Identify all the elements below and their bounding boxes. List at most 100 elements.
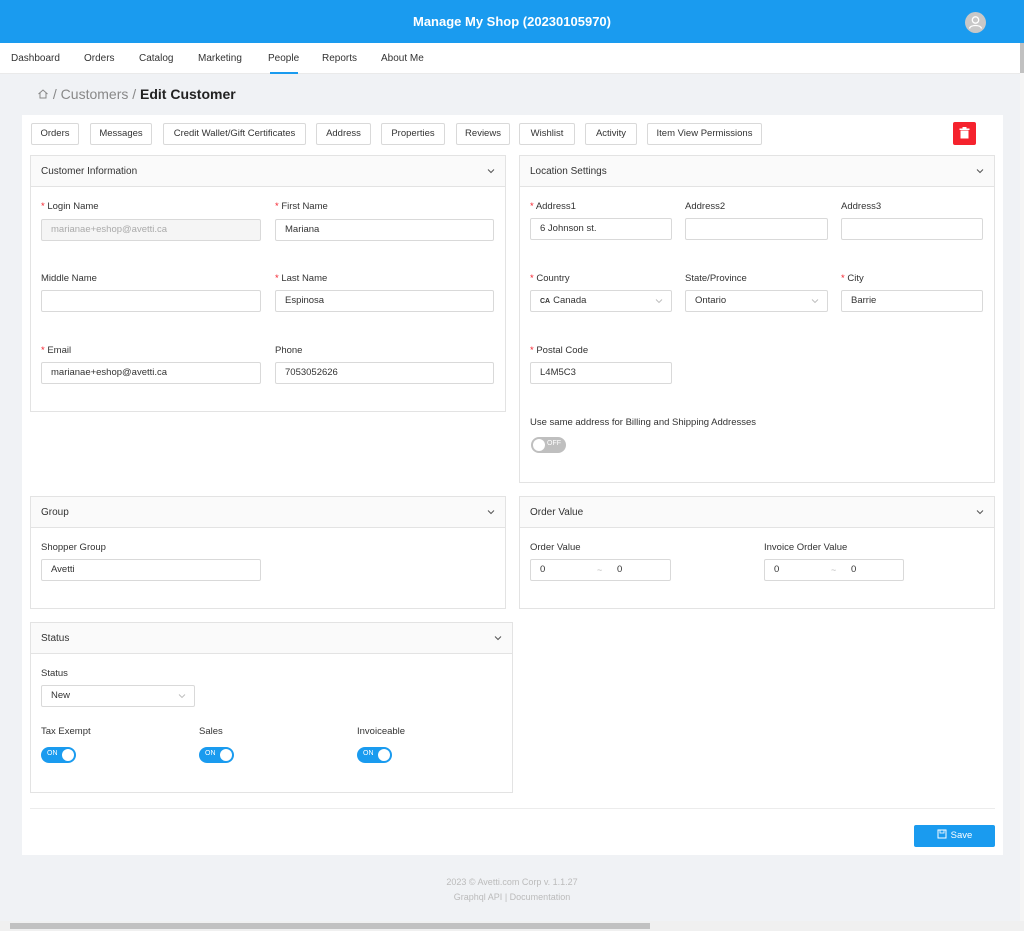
footer-links: Graphql API | Documentation	[0, 892, 1024, 902]
invoiceable-toggle[interactable]: ON	[357, 747, 392, 763]
footer-copyright: 2023 © Avetti.com Corp v. 1.1.27	[446, 877, 578, 887]
chevron-down-icon	[811, 299, 819, 304]
toggle-state: ON	[363, 750, 374, 757]
chevron-down-icon	[655, 299, 663, 304]
chevron-down-icon[interactable]	[486, 166, 496, 176]
phone-label: Phone	[275, 345, 303, 356]
phone-input[interactable]: 7053052626	[275, 362, 494, 384]
nav-active-indicator	[270, 72, 298, 74]
toggle-state: OFF	[547, 440, 561, 447]
tax-exempt-toggle[interactable]: ON	[41, 747, 76, 763]
horizontal-scroll-thumb[interactable]	[10, 923, 650, 929]
location-settings-panel: Location Settings	[519, 155, 995, 483]
form-divider	[30, 808, 995, 809]
chevron-down-icon[interactable]	[975, 166, 985, 176]
nav-marketing[interactable]: Marketing	[198, 53, 242, 64]
tab-wishlist[interactable]: Wishlist	[519, 123, 575, 145]
state-select[interactable]: Ontario	[685, 290, 828, 312]
panel-title: Customer Information	[41, 166, 138, 177]
first-name-input[interactable]: Mariana	[275, 219, 494, 241]
canada-flag-icon: CA	[540, 298, 551, 305]
breadcrumb: / Customers / Edit Customer	[37, 86, 236, 102]
status-header[interactable]: Status	[31, 623, 512, 654]
tab-address[interactable]: Address	[316, 123, 371, 145]
main-nav: Dashboard Orders Catalog Marketing Peopl…	[0, 43, 1020, 74]
nav-people[interactable]: People	[268, 53, 299, 64]
toggle-knob	[378, 749, 390, 761]
city-input[interactable]: Barrie	[841, 290, 983, 312]
invoice-value-min[interactable]: 0	[774, 564, 779, 575]
country-label: * Country	[530, 273, 570, 284]
sales-toggle[interactable]: ON	[199, 747, 234, 763]
invoice-value-max[interactable]: 0	[851, 560, 856, 580]
same-address-toggle[interactable]: OFF	[531, 437, 566, 453]
vertical-scrollbar[interactable]	[1020, 43, 1024, 921]
middle-name-input[interactable]	[41, 290, 261, 312]
delete-button[interactable]	[953, 122, 976, 145]
location-settings-header[interactable]: Location Settings	[520, 156, 994, 187]
chevron-down-icon[interactable]	[975, 507, 985, 517]
save-button[interactable]: Save	[914, 825, 995, 847]
user-avatar[interactable]	[965, 12, 986, 33]
customer-info-header[interactable]: Customer Information	[31, 156, 505, 187]
horizontal-scrollbar[interactable]	[0, 921, 1024, 931]
save-label: Save	[950, 830, 973, 841]
panel-title: Status	[41, 633, 70, 644]
invoice-order-value-label: Invoice Order Value	[764, 542, 848, 553]
graphql-api-link[interactable]: Graphql API	[454, 892, 503, 902]
documentation-link[interactable]: Documentation	[510, 892, 571, 902]
email-input[interactable]: marianae+eshop@avetti.ca	[41, 362, 261, 384]
shopper-group-input[interactable]: Avetti	[41, 559, 261, 581]
address3-label: Address3	[841, 201, 882, 212]
trash-icon	[959, 127, 970, 139]
panel-title: Location Settings	[530, 166, 607, 177]
nav-dashboard[interactable]: Dashboard	[11, 53, 60, 64]
toggle-state: ON	[47, 750, 58, 757]
toggle-state: ON	[205, 750, 216, 757]
order-value-header[interactable]: Order Value	[520, 497, 994, 528]
tab-properties[interactable]: Properties	[381, 123, 445, 145]
tab-reviews[interactable]: Reviews	[456, 123, 510, 145]
tab-messages[interactable]: Messages	[90, 123, 152, 145]
first-name-label: * First Name	[275, 201, 328, 212]
order-value-label: Order Value	[530, 542, 581, 553]
postal-code-input[interactable]: L4M5C3	[530, 362, 672, 384]
panel-title: Group	[41, 507, 69, 518]
nav-reports[interactable]: Reports	[322, 53, 357, 64]
nav-orders[interactable]: Orders	[84, 53, 115, 64]
app-header: Manage My Shop (20230105970)	[0, 0, 1024, 43]
nav-about-me[interactable]: About Me	[381, 53, 424, 64]
breadcrumb-separator: /	[52, 86, 57, 102]
invoiceable-label: Invoiceable	[357, 726, 406, 737]
group-header[interactable]: Group	[31, 497, 505, 528]
status-select[interactable]: New	[41, 685, 195, 707]
tab-credit-wallet[interactable]: Credit Wallet/Gift Certificates	[163, 123, 306, 145]
tab-item-view-permissions[interactable]: Item View Permissions	[647, 123, 762, 145]
country-value: Canada	[553, 295, 587, 306]
home-icon[interactable]	[37, 88, 49, 100]
address2-input[interactable]	[685, 218, 828, 240]
last-name-input[interactable]: Espinosa	[275, 290, 494, 312]
chevron-down-icon[interactable]	[486, 507, 496, 517]
order-value-max[interactable]: 0	[617, 560, 622, 580]
address2-label: Address2	[685, 201, 726, 212]
tab-orders[interactable]: Orders	[31, 123, 79, 145]
address3-input[interactable]	[841, 218, 983, 240]
last-name-label: * Last Name	[275, 273, 328, 284]
login-name-input: marianae+eshop@avetti.ca	[41, 219, 261, 241]
sales-label: Sales	[199, 726, 223, 737]
order-value-min[interactable]: 0	[540, 564, 545, 575]
breadcrumb-customers[interactable]: Customers	[61, 86, 129, 102]
tab-activity[interactable]: Activity	[585, 123, 637, 145]
nav-catalog[interactable]: Catalog	[139, 53, 173, 64]
address1-label: * Address1	[530, 201, 576, 212]
state-label: State/Province	[685, 273, 747, 284]
postal-code-label: * Postal Code	[530, 345, 589, 356]
chevron-down-icon[interactable]	[493, 633, 503, 643]
country-select[interactable]: CA Canada	[530, 290, 672, 312]
panel-title: Order Value	[530, 507, 584, 518]
vertical-scroll-thumb[interactable]	[1020, 43, 1024, 73]
address1-input[interactable]: 6 Johnson st.	[530, 218, 672, 240]
status-value: New	[51, 690, 71, 701]
toggle-knob	[220, 749, 232, 761]
